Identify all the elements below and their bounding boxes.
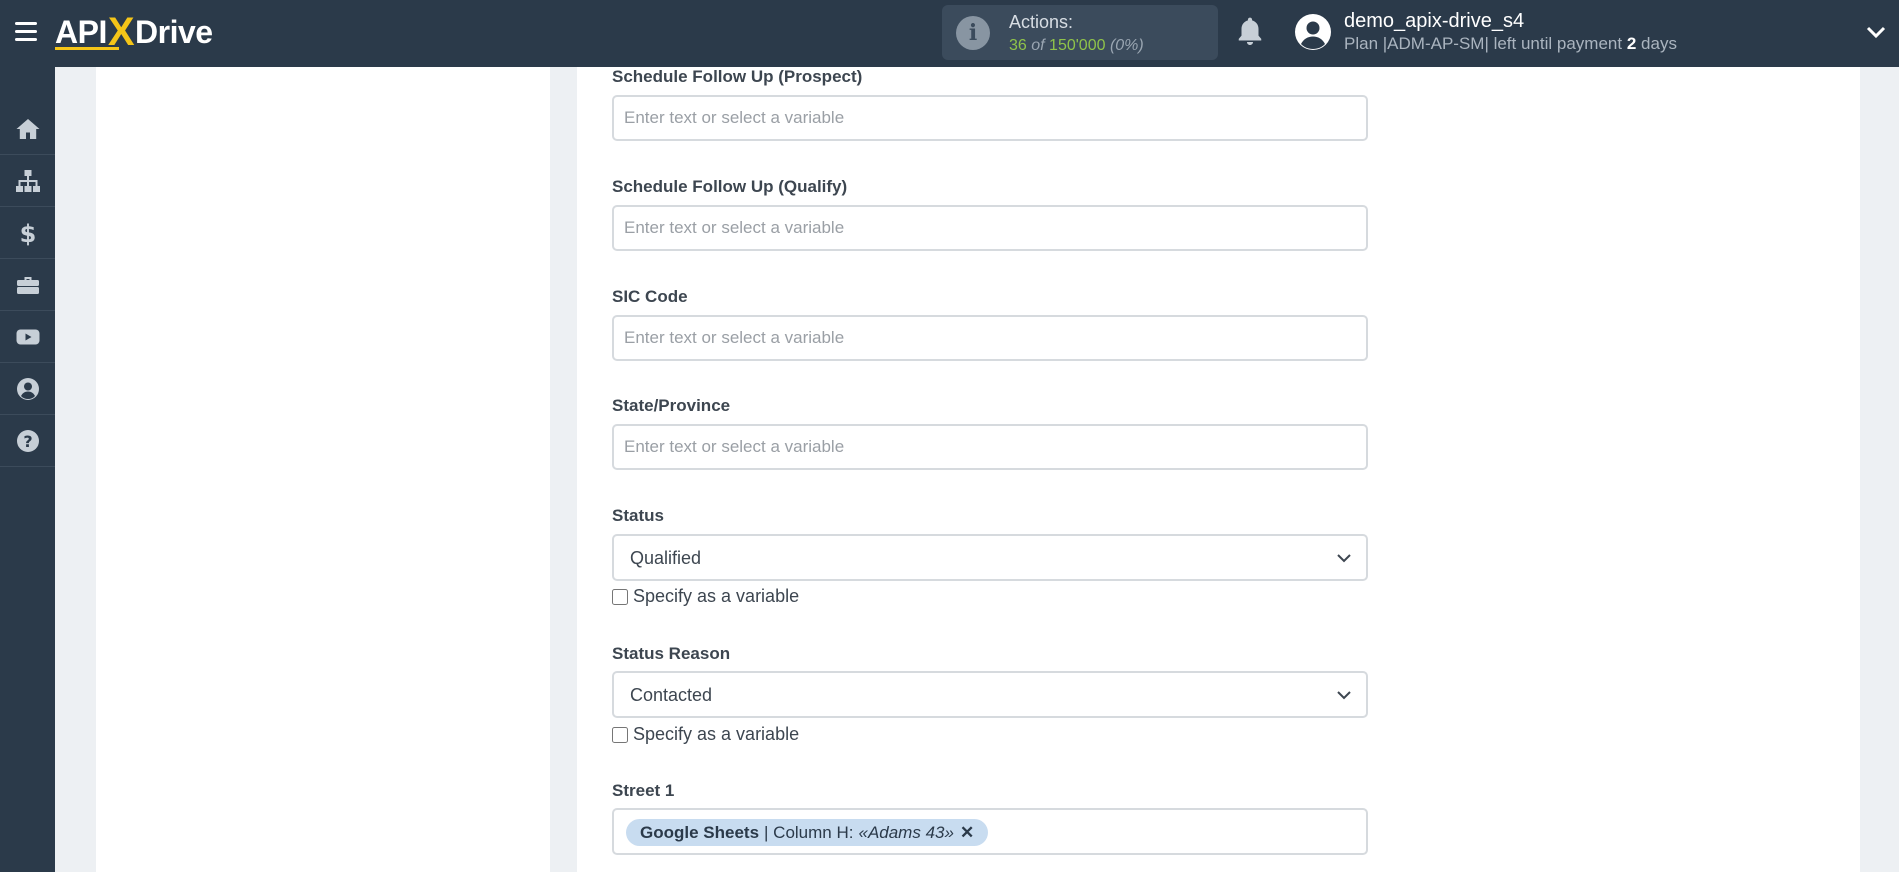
street1-input[interactable]: Google Sheets | Column H: «Adams 43» ✕ [612,808,1368,855]
logo-underline [55,47,119,50]
schedule-prospect-input[interactable] [612,95,1368,141]
status-variable-checkbox[interactable]: Specify as a variable [612,586,799,607]
close-icon[interactable]: ✕ [960,823,974,843]
sidebar-item-connections[interactable] [0,155,55,207]
user-circle-icon [16,377,39,400]
status-reason-value: Contacted [630,685,713,705]
days-count: 2 [1626,34,1637,53]
bell-icon[interactable] [1234,15,1266,49]
sidebar-item-home[interactable] [0,103,55,155]
days-label: days [1641,34,1677,53]
status-label: Status [612,506,664,525]
info-icon: i [956,16,990,50]
dollar-icon: $ [19,220,36,246]
sic-code-label: SIC Code [612,287,688,306]
chevron-down-icon[interactable] [1864,22,1888,42]
plan-text: Plan |ADM-AP-SM| left until payment [1344,34,1623,53]
svg-text:$: $ [19,220,36,246]
sidebar-item-profile[interactable] [0,363,55,415]
status-reason-select[interactable]: Contacted [612,671,1368,718]
apix-drive-logo[interactable]: API X Drive [55,10,213,54]
status-reason-variable-label: Specify as a variable [633,724,800,744]
chevron-down-icon [1337,554,1351,563]
briefcase-icon [16,276,39,294]
avatar[interactable] [1294,13,1332,51]
help-icon: ? [16,429,39,452]
actions-used: 36 [1009,37,1027,54]
status-select[interactable]: Qualified [612,534,1368,581]
tag-source: Google Sheets [640,822,760,842]
schedule-qualify-input[interactable] [612,205,1368,251]
top-bar: API X Drive i Actions: 36 of 150'000 (0%) … [0,0,1899,67]
left-panel [96,67,550,872]
status-variable-check[interactable] [612,588,628,605]
tag-value: «Adams 43» [858,822,954,842]
chevron-down-icon [1337,691,1351,700]
state-input[interactable] [612,424,1368,470]
sidebar-item-services[interactable] [0,259,55,311]
actions-title: Actions: [1009,12,1074,32]
street1-label: Street 1 [612,781,675,800]
actions-value: 36 of 150'000 (0%) [1009,37,1144,55]
actions-of: of [1031,37,1045,54]
state-label: State/Province [612,396,731,415]
sitemap-icon [15,169,40,192]
sidebar: $ ? [0,67,55,872]
variable-tag[interactable]: Google Sheets | Column H: «Adams 43» ✕ [626,819,989,846]
schedule-prospect-label: Schedule Follow Up (Prospect) [612,67,863,86]
sidebar-item-billing[interactable]: $ [0,207,55,259]
user-name[interactable]: demo_apix-drive_s4 [1344,10,1524,33]
actions-counter[interactable]: i Actions: 36 of 150'000 (0%) [942,5,1218,60]
youtube-icon [16,329,39,344]
status-reason-variable-checkbox[interactable]: Specify as a variable [612,724,799,745]
sidebar-item-videos[interactable] [0,311,55,363]
sidebar-item-help[interactable]: ? [0,415,55,467]
status-value: Qualified [630,548,702,568]
sic-code-input[interactable] [612,315,1368,361]
home-icon [16,118,39,139]
actions-percent: (0%) [1109,37,1144,54]
status-reason-variable-check[interactable] [612,726,628,743]
menu-icon[interactable] [15,22,37,42]
actions-total: 150'000 [1049,37,1106,54]
logo-drive: Drive [135,13,213,50]
status-reason-label: Status Reason [612,644,731,663]
schedule-qualify-label: Schedule Follow Up (Qualify) [612,177,848,196]
status-variable-label: Specify as a variable [633,586,800,606]
user-plan: Plan |ADM-AP-SM| left until payment 2 da… [1344,34,1677,54]
svg-text:?: ? [23,432,32,451]
tag-column: | Column H: [764,822,854,842]
logo-api: API [55,13,107,50]
